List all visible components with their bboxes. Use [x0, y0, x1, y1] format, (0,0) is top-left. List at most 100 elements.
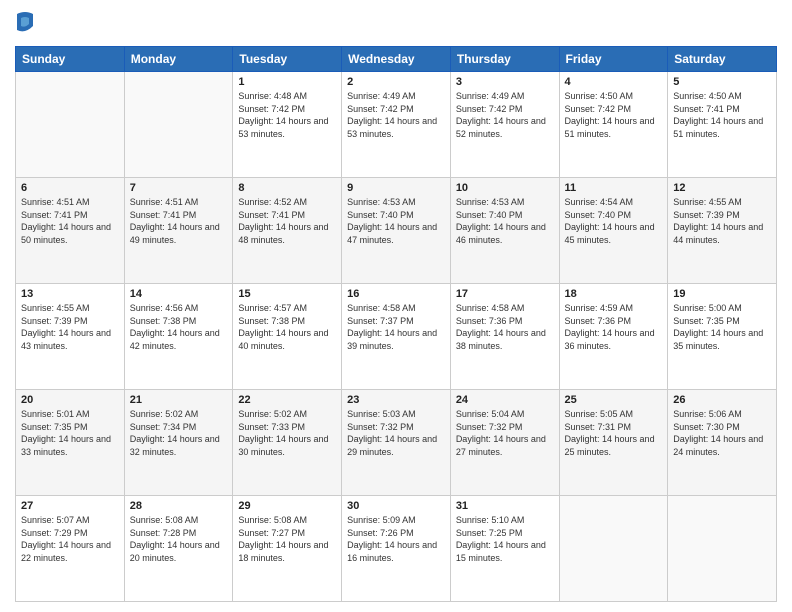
- day-cell: 14Sunrise: 4:56 AM Sunset: 7:38 PM Dayli…: [124, 284, 233, 390]
- page: Sunday Monday Tuesday Wednesday Thursday…: [0, 0, 792, 612]
- day-cell: [668, 496, 777, 602]
- day-info: Sunrise: 5:01 AM Sunset: 7:35 PM Dayligh…: [21, 408, 119, 458]
- day-number: 11: [565, 182, 663, 194]
- day-cell: 19 Sunrise: 5:00 AM Sunset: 7:35 PM Dayli…: [668, 284, 777, 390]
- day-cell: [559, 496, 668, 602]
- day-cell: 20 Sunrise: 5:01 AM Sunset: 7:35 PM Dayli…: [16, 390, 125, 496]
- day-info: Sunrise: 4:52 AM Sunset: 7:41 PM Dayligh…: [238, 196, 336, 246]
- day-cell: 15 Sunrise: 4:57 AM Sunset: 7:38 PM Dayli…: [233, 284, 342, 390]
- day-info: Sunrise: 5:02 AM Sunset: 7:33 PM Dayligh…: [238, 408, 336, 458]
- day-number: 22: [238, 394, 336, 406]
- day-info: Sunrise: 5:07 AM Sunset: 7:29 PM Dayligh…: [21, 514, 119, 564]
- day-number: 6: [21, 182, 119, 194]
- col-thursday: Thursday: [450, 47, 559, 72]
- week-row-5: 27 Sunrise: 5:07 AM Sunset: 7:29 PM Dayli…: [16, 496, 777, 602]
- day-info: Sunrise: 5:05 AM Sunset: 7:31 PM Dayligh…: [565, 408, 663, 458]
- col-friday: Friday: [559, 47, 668, 72]
- day-cell: 7Sunrise: 4:51 AM Sunset: 7:41 PM Daylig…: [124, 178, 233, 284]
- day-number: 3: [456, 76, 554, 88]
- day-cell: 25Sunrise: 5:05 AM Sunset: 7:31 PM Dayli…: [559, 390, 668, 496]
- day-number: 16: [347, 288, 445, 300]
- day-info: Sunrise: 4:55 AM Sunset: 7:39 PM Dayligh…: [21, 302, 119, 352]
- day-cell: 21 Sunrise: 5:02 AM Sunset: 7:34 PM Dayli…: [124, 390, 233, 496]
- day-cell: 18 Sunrise: 4:59 AM Sunset: 7:36 PM Dayli…: [559, 284, 668, 390]
- day-cell: 27 Sunrise: 5:07 AM Sunset: 7:29 PM Dayli…: [16, 496, 125, 602]
- day-info: Sunrise: 5:03 AM Sunset: 7:32 PM Dayligh…: [347, 408, 445, 458]
- day-number: 23: [347, 394, 445, 406]
- day-info: Sunrise: 4:56 AM Sunset: 7:38 PM Dayligh…: [130, 302, 228, 352]
- day-cell: 26 Sunrise: 5:06 AM Sunset: 7:30 PM Dayli…: [668, 390, 777, 496]
- day-cell: 17 Sunrise: 4:58 AM Sunset: 7:36 PM Dayli…: [450, 284, 559, 390]
- day-info: Sunrise: 4:50 AM Sunset: 7:42 PM Dayligh…: [565, 90, 663, 140]
- day-info: Sunrise: 4:49 AM Sunset: 7:42 PM Dayligh…: [456, 90, 554, 140]
- day-number: 13: [21, 288, 119, 300]
- day-number: 30: [347, 500, 445, 512]
- day-info: Sunrise: 5:00 AM Sunset: 7:35 PM Dayligh…: [673, 302, 771, 352]
- day-cell: 16Sunrise: 4:58 AM Sunset: 7:37 PM Dayli…: [342, 284, 451, 390]
- day-cell: 3 Sunrise: 4:49 AM Sunset: 7:42 PM Daylig…: [450, 72, 559, 178]
- day-cell: 6 Sunrise: 4:51 AM Sunset: 7:41 PM Daylig…: [16, 178, 125, 284]
- day-info: Sunrise: 4:57 AM Sunset: 7:38 PM Dayligh…: [238, 302, 336, 352]
- day-cell: 10 Sunrise: 4:53 AM Sunset: 7:40 PM Dayli…: [450, 178, 559, 284]
- day-info: Sunrise: 5:08 AM Sunset: 7:27 PM Dayligh…: [238, 514, 336, 564]
- day-number: 21: [130, 394, 228, 406]
- day-number: 9: [347, 182, 445, 194]
- day-cell: 24 Sunrise: 5:04 AM Sunset: 7:32 PM Dayli…: [450, 390, 559, 496]
- day-info: Sunrise: 4:50 AM Sunset: 7:41 PM Dayligh…: [673, 90, 771, 140]
- day-number: 24: [456, 394, 554, 406]
- day-number: 17: [456, 288, 554, 300]
- day-info: Sunrise: 4:59 AM Sunset: 7:36 PM Dayligh…: [565, 302, 663, 352]
- day-info: Sunrise: 4:51 AM Sunset: 7:41 PM Dayligh…: [130, 196, 228, 246]
- week-row-2: 6 Sunrise: 4:51 AM Sunset: 7:41 PM Daylig…: [16, 178, 777, 284]
- day-cell: 5 Sunrise: 4:50 AM Sunset: 7:41 PM Daylig…: [668, 72, 777, 178]
- day-number: 18: [565, 288, 663, 300]
- day-number: 5: [673, 76, 771, 88]
- day-cell: 22 Sunrise: 5:02 AM Sunset: 7:33 PM Dayli…: [233, 390, 342, 496]
- day-info: Sunrise: 4:49 AM Sunset: 7:42 PM Dayligh…: [347, 90, 445, 140]
- week-row-3: 13 Sunrise: 4:55 AM Sunset: 7:39 PM Dayli…: [16, 284, 777, 390]
- day-cell: 8 Sunrise: 4:52 AM Sunset: 7:41 PM Daylig…: [233, 178, 342, 284]
- day-cell: [124, 72, 233, 178]
- week-row-4: 20 Sunrise: 5:01 AM Sunset: 7:35 PM Dayli…: [16, 390, 777, 496]
- day-cell: 12Sunrise: 4:55 AM Sunset: 7:39 PM Dayli…: [668, 178, 777, 284]
- day-cell: 13 Sunrise: 4:55 AM Sunset: 7:39 PM Dayli…: [16, 284, 125, 390]
- day-cell: 1 Sunrise: 4:48 AM Sunset: 7:42 PM Daylig…: [233, 72, 342, 178]
- col-tuesday: Tuesday: [233, 47, 342, 72]
- day-number: 19: [673, 288, 771, 300]
- day-info: Sunrise: 4:51 AM Sunset: 7:41 PM Dayligh…: [21, 196, 119, 246]
- day-number: 20: [21, 394, 119, 406]
- day-cell: 29 Sunrise: 5:08 AM Sunset: 7:27 PM Dayli…: [233, 496, 342, 602]
- day-cell: 11 Sunrise: 4:54 AM Sunset: 7:40 PM Dayli…: [559, 178, 668, 284]
- day-number: 28: [130, 500, 228, 512]
- day-info: Sunrise: 5:04 AM Sunset: 7:32 PM Dayligh…: [456, 408, 554, 458]
- day-info: Sunrise: 5:08 AM Sunset: 7:28 PM Dayligh…: [130, 514, 228, 564]
- day-cell: 4Sunrise: 4:50 AM Sunset: 7:42 PM Daylig…: [559, 72, 668, 178]
- day-info: Sunrise: 4:58 AM Sunset: 7:36 PM Dayligh…: [456, 302, 554, 352]
- day-number: 1: [238, 76, 336, 88]
- day-info: Sunrise: 5:09 AM Sunset: 7:26 PM Dayligh…: [347, 514, 445, 564]
- day-info: Sunrise: 4:53 AM Sunset: 7:40 PM Dayligh…: [456, 196, 554, 246]
- day-number: 29: [238, 500, 336, 512]
- day-info: Sunrise: 5:02 AM Sunset: 7:34 PM Dayligh…: [130, 408, 228, 458]
- week-row-1: 1 Sunrise: 4:48 AM Sunset: 7:42 PM Daylig…: [16, 72, 777, 178]
- day-cell: 28 Sunrise: 5:08 AM Sunset: 7:28 PM Dayli…: [124, 496, 233, 602]
- day-cell: 31 Sunrise: 5:10 AM Sunset: 7:25 PM Dayli…: [450, 496, 559, 602]
- day-info: Sunrise: 5:06 AM Sunset: 7:30 PM Dayligh…: [673, 408, 771, 458]
- day-number: 26: [673, 394, 771, 406]
- day-number: 10: [456, 182, 554, 194]
- col-sunday: Sunday: [16, 47, 125, 72]
- day-info: Sunrise: 4:55 AM Sunset: 7:39 PM Dayligh…: [673, 196, 771, 246]
- logo-icon: [15, 10, 35, 38]
- day-cell: 2 Sunrise: 4:49 AM Sunset: 7:42 PM Daylig…: [342, 72, 451, 178]
- day-number: 31: [456, 500, 554, 512]
- day-info: Sunrise: 5:10 AM Sunset: 7:25 PM Dayligh…: [456, 514, 554, 564]
- day-info: Sunrise: 4:48 AM Sunset: 7:42 PM Dayligh…: [238, 90, 336, 140]
- day-info: Sunrise: 4:54 AM Sunset: 7:40 PM Dayligh…: [565, 196, 663, 246]
- day-cell: 23 Sunrise: 5:03 AM Sunset: 7:32 PM Dayli…: [342, 390, 451, 496]
- day-info: Sunrise: 4:53 AM Sunset: 7:40 PM Dayligh…: [347, 196, 445, 246]
- day-number: 27: [21, 500, 119, 512]
- day-number: 15: [238, 288, 336, 300]
- day-number: 8: [238, 182, 336, 194]
- day-number: 2: [347, 76, 445, 88]
- day-cell: 30 Sunrise: 5:09 AM Sunset: 7:26 PM Dayli…: [342, 496, 451, 602]
